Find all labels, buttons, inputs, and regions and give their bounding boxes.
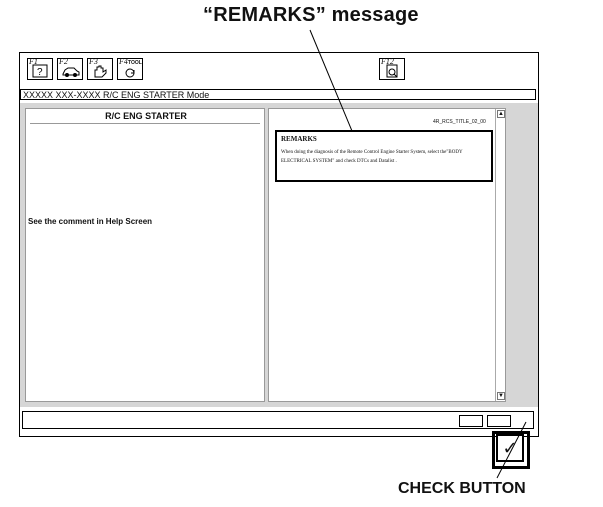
remarks-callout-label: “REMARKS” message (203, 4, 419, 26)
content-area: R/C ENG STARTER See the comment in Help … (20, 103, 538, 469)
scroll-up-icon[interactable]: ▲ (497, 110, 505, 118)
check-button[interactable]: ✓ (496, 434, 524, 462)
f4-key-label: F4 (119, 57, 128, 66)
check-button-callout-label: CHECK BUTTON (398, 480, 526, 497)
f2-vehicle-button[interactable]: F2 (57, 57, 83, 80)
f4-tool-button[interactable]: F4 TOOL (117, 57, 143, 80)
refresh-tool-icon (125, 68, 135, 78)
hand-icon (94, 65, 107, 78)
remarks-text: When doing the diagnosis of the Remote C… (281, 150, 463, 164)
help-screen-comment: See the comment in Help Screen (28, 217, 153, 226)
remarks-message-box: REMARKS When doing the diagnosis of the … (275, 130, 493, 182)
left-panel-title: R/C ENG STARTER (105, 111, 187, 121)
scroll-down-icon[interactable]: ▼ (497, 392, 505, 400)
help-icon: ? (32, 64, 48, 78)
right-panel-scrollbar[interactable]: ▲ ▼ (495, 109, 506, 401)
bottom-bar (22, 411, 534, 429)
f1-help-button[interactable]: F1 ? (27, 57, 53, 80)
bottom-button-2[interactable] (487, 415, 511, 427)
checkmark-icon: ✓ (502, 438, 518, 458)
remarks-title: REMARKS (281, 135, 317, 143)
right-panel: 4R_RCS_TITLE_02_00 REMARKS When doing th… (268, 108, 506, 402)
screen-ref-code: 4R_RCS_TITLE_02_00 (433, 119, 486, 125)
magnifier-page-icon (386, 64, 398, 78)
mode-status-bar: XXXXX XXX-XXXX R/C ENG STARTER Mode (20, 89, 536, 100)
svg-text:?: ? (37, 67, 43, 78)
f12-print-button[interactable]: F12 (379, 57, 405, 80)
f4-tool-label: TOOL (128, 60, 142, 66)
diagnostic-window: F1 ? F2 F3 F4 TOOL F12 XXXXX XXX-XXXX R/… (19, 52, 539, 469)
left-panel: R/C ENG STARTER See the comment in Help … (25, 108, 265, 402)
left-panel-divider (30, 123, 260, 124)
bottom-button-1[interactable] (459, 415, 483, 427)
toolbar: F1 ? F2 F3 F4 TOOL F12 (20, 53, 538, 89)
f3-hand-button[interactable]: F3 (87, 57, 113, 80)
car-icon (62, 67, 80, 77)
